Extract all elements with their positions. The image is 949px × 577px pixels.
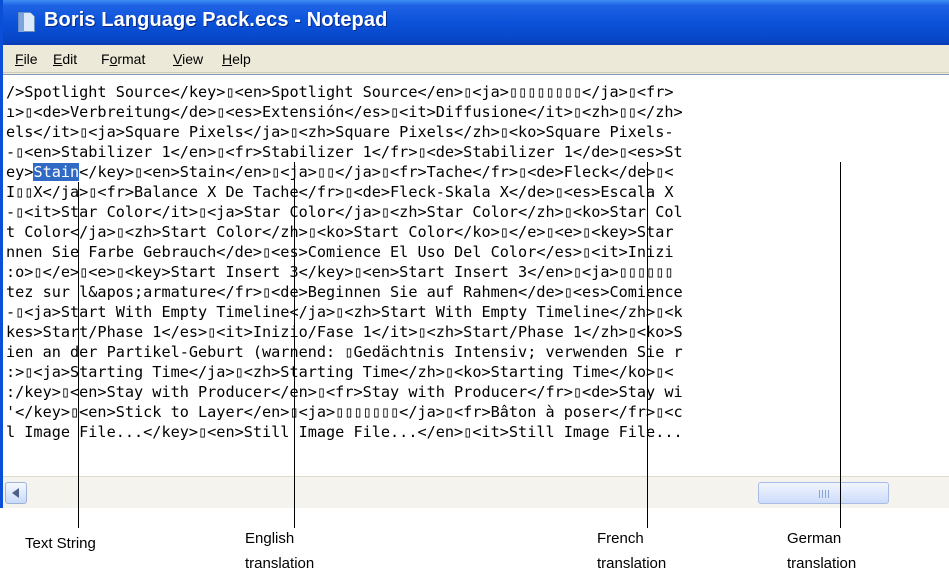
grip-icon bbox=[819, 490, 829, 498]
scrollbar-thumb[interactable] bbox=[758, 482, 889, 504]
menu-edit[interactable]: Edit bbox=[53, 51, 77, 67]
scroll-left-button[interactable] bbox=[5, 482, 27, 504]
menu-help[interactable]: Help bbox=[222, 51, 251, 67]
menu-bar: File Edit Format View Help bbox=[3, 45, 949, 73]
title-bar[interactable]: Boris Language Pack.ecs - Notepad bbox=[3, 0, 949, 45]
label-french-translation: French translation bbox=[597, 530, 667, 572]
text-line: ien an der Partikel-Geburt (warnend: ▯Ge… bbox=[6, 343, 683, 361]
callout-line-english bbox=[294, 162, 295, 528]
callout-line-french bbox=[647, 162, 648, 528]
notepad-window: Boris Language Pack.ecs - Notepad File E… bbox=[0, 0, 949, 508]
menu-file[interactable]: File bbox=[15, 51, 38, 67]
horizontal-scrollbar[interactable] bbox=[3, 476, 949, 508]
label-german-translation: German translation bbox=[787, 530, 857, 572]
text-line: '</key>▯<en>Stick to Layer</en>▯<ja>▯▯▯▯… bbox=[6, 403, 683, 421]
text-line: nnen Sie Farbe Gebrauch</de>▯<es>Comienc… bbox=[6, 243, 674, 261]
text-line: t Color</ja>▯<zh>Start Color</zh>▯<ko>St… bbox=[6, 223, 674, 241]
notepad-icon bbox=[18, 12, 35, 32]
callout-line-text-string bbox=[78, 182, 79, 528]
callout-line-german bbox=[840, 162, 841, 528]
text-line: ı>▯<de>Verbreitung</de>▯<es>Extensión</e… bbox=[6, 103, 683, 121]
text-line: kes>Start/Phase 1</es>▯<it>Inizio/Fase 1… bbox=[6, 323, 683, 341]
text-line: -▯<ja>Start With Empty Timeline</ja>▯<zh… bbox=[6, 303, 683, 321]
text-line: els</it>▯<ja>Square Pixels</ja>▯<zh>Squa… bbox=[6, 123, 674, 141]
menu-view[interactable]: View bbox=[173, 51, 203, 67]
text-line: :>▯<ja>Starting Time</ja>▯<zh>Starting T… bbox=[6, 363, 674, 381]
menu-format[interactable]: Format bbox=[101, 51, 145, 67]
text-line: l Image File...</key>▯<en>Still Image Fi… bbox=[6, 423, 683, 441]
text-editor[interactable]: />Spotlight Source</key>▯<en>Spotlight S… bbox=[3, 74, 949, 476]
text-line: />Spotlight Source</key>▯<en>Spotlight S… bbox=[6, 83, 674, 101]
screenshot-stage: Boris Language Pack.ecs - Notepad File E… bbox=[0, 0, 949, 577]
text-line: I▯▯X</ja>▯<fr>Balance X De Tache</fr>▯<d… bbox=[6, 183, 674, 201]
label-english-translation: English translation bbox=[245, 530, 315, 572]
selected-text[interactable]: Stain bbox=[33, 163, 80, 181]
window-title: Boris Language Pack.ecs - Notepad bbox=[44, 9, 388, 31]
label-text-string: Text String bbox=[25, 535, 96, 552]
text-line: :/key>▯<en>Stay with Producer</en>▯<fr>S… bbox=[6, 383, 683, 401]
text-line: :o>▯</e>▯<e>▯<key>Start Insert 3</key>▯<… bbox=[6, 263, 674, 281]
text-line: -▯<it>Star Color</it>▯<ja>Star Color</ja… bbox=[6, 203, 683, 221]
text-line: ey>Stain</key>▯<en>Stain</en>▯<ja>▯▯</ja… bbox=[6, 163, 674, 181]
text-line: tez sur l&apos;armature</fr>▯<de>Beginne… bbox=[6, 283, 683, 301]
text-line: -▯<en>Stabilizer 1</en>▯<fr>Stabilizer 1… bbox=[6, 143, 683, 161]
